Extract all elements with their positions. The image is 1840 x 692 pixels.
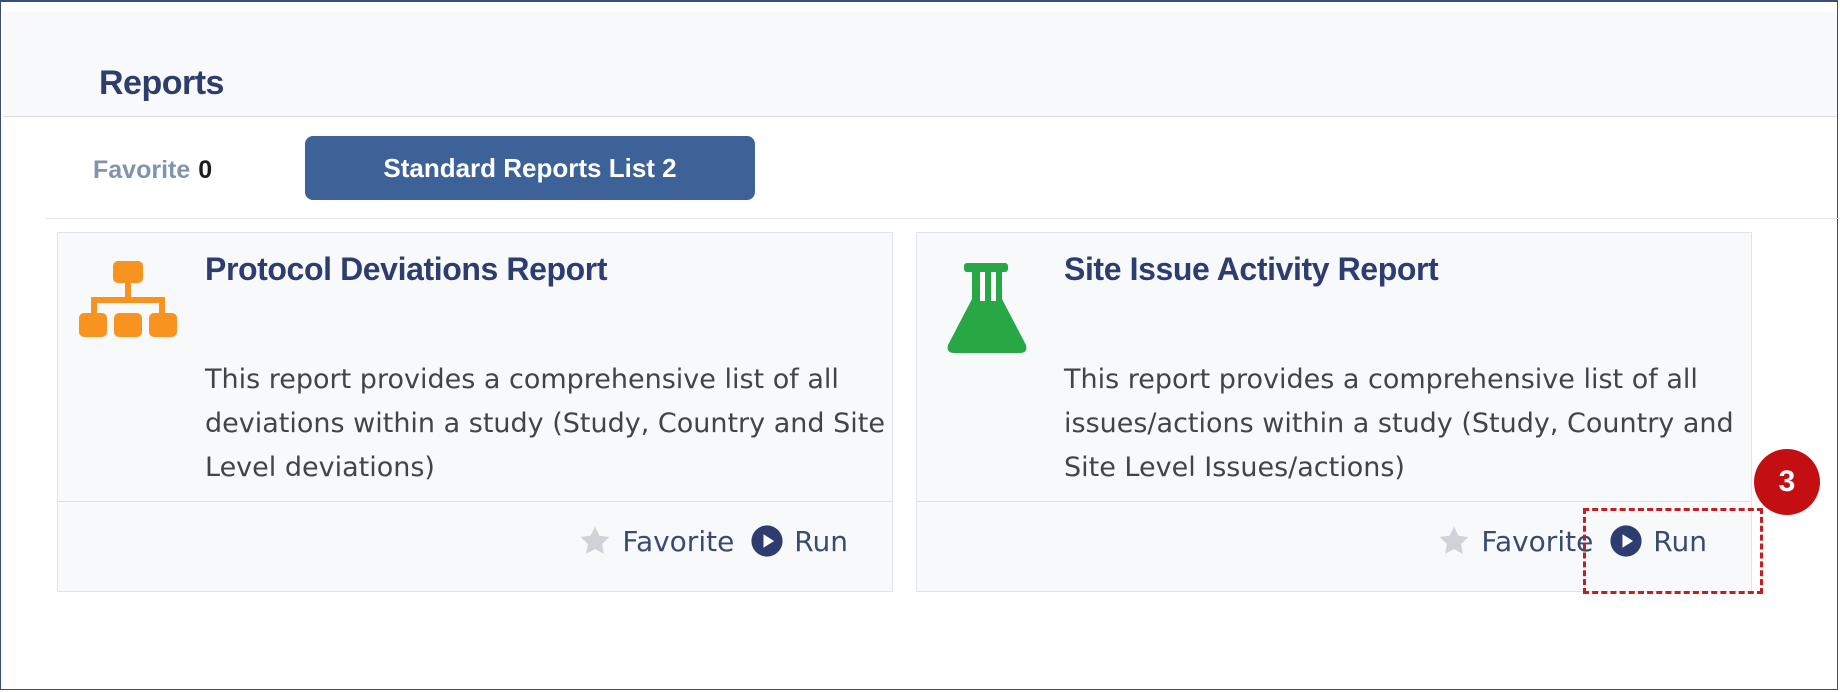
divider (45, 218, 1840, 219)
report-card: Protocol Deviations Report This report p… (57, 232, 893, 592)
tab-favorite[interactable]: Favorite 0 (93, 156, 212, 185)
report-description: This report provides a comprehensive lis… (1064, 364, 1734, 483)
tab-standard-reports[interactable]: Standard Reports List 2 (305, 136, 755, 200)
favorite-button[interactable]: Favorite (1437, 524, 1593, 558)
report-description: This report provides a comprehensive lis… (205, 364, 885, 483)
app-frame: Reports Favorite 0 Standard Reports List … (0, 0, 1840, 690)
page-header: Reports (3, 12, 1837, 117)
tab-favorite-count: 0 (198, 156, 213, 184)
tab-favorite-label: Favorite (93, 156, 191, 184)
step-number-badge: 3 (1754, 449, 1820, 515)
report-title[interactable]: Site Issue Activity Report (1064, 251, 1439, 288)
run-button[interactable]: Run (750, 524, 848, 558)
favorite-button[interactable]: Favorite (578, 524, 734, 558)
org-chart-icon (79, 261, 177, 337)
favorite-label: Favorite (1481, 524, 1594, 558)
play-circle-icon (751, 525, 783, 557)
run-highlight-box (1583, 508, 1763, 594)
flask-icon (947, 263, 1027, 353)
favorite-label: Favorite (622, 524, 735, 558)
card-footer: Favorite Run (58, 501, 892, 591)
run-label: Run (794, 524, 848, 558)
star-icon (580, 526, 610, 554)
report-title[interactable]: Protocol Deviations Report (205, 251, 608, 288)
card-actions: Favorite Run (578, 524, 848, 558)
report-tabs: Favorite 0 Standard Reports List 2 (1, 136, 1837, 202)
star-icon (1439, 526, 1469, 554)
page-title: Reports (99, 64, 224, 102)
